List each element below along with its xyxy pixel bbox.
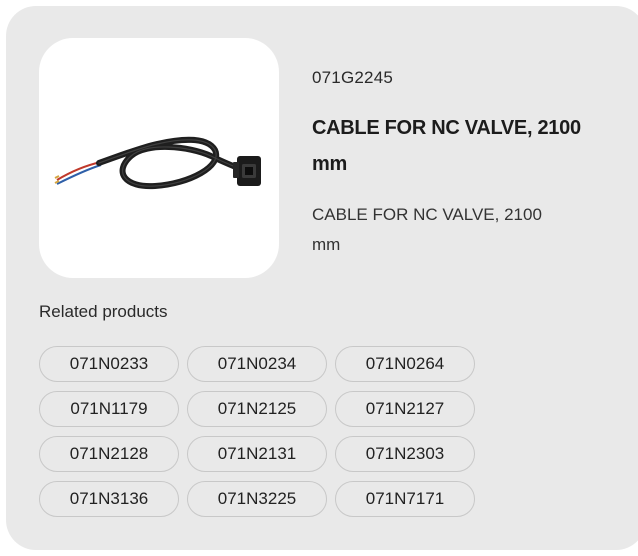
related-product-chip[interactable]: 071N7171 <box>335 481 475 517</box>
related-product-chip[interactable]: 071N2131 <box>187 436 327 472</box>
related-product-chip[interactable]: 071N2303 <box>335 436 475 472</box>
related-product-chip[interactable]: 071N1179 <box>39 391 179 427</box>
related-product-chip[interactable]: 071N0264 <box>335 346 475 382</box>
related-product-chip[interactable]: 071N0233 <box>39 346 179 382</box>
product-title: CABLE FOR NC VALVE, 2100 mm <box>312 117 581 175</box>
related-product-chip[interactable]: 071N2125 <box>187 391 327 427</box>
related-product-chip[interactable]: 071N0234 <box>187 346 327 382</box>
product-sku: 071G2245 <box>312 68 394 87</box>
related-product-chip[interactable]: 071N3136 <box>39 481 179 517</box>
related-product-chip[interactable]: 071N3225 <box>187 481 327 517</box>
related-products-heading: Related products <box>39 302 168 321</box>
product-card: 071G2245 CABLE FOR NC VALVE, 2100 mm CAB… <box>6 6 638 550</box>
related-product-chip[interactable]: 071N2128 <box>39 436 179 472</box>
product-image[interactable] <box>39 38 279 278</box>
product-description: CABLE FOR NC VALVE, 2100 mm <box>312 205 542 254</box>
related-product-chip[interactable]: 071N2127 <box>335 391 475 427</box>
cable-with-connector-icon <box>54 136 261 190</box>
related-products-list: 071N0233 071N0234 071N0264 071N1179 071N… <box>39 346 499 517</box>
